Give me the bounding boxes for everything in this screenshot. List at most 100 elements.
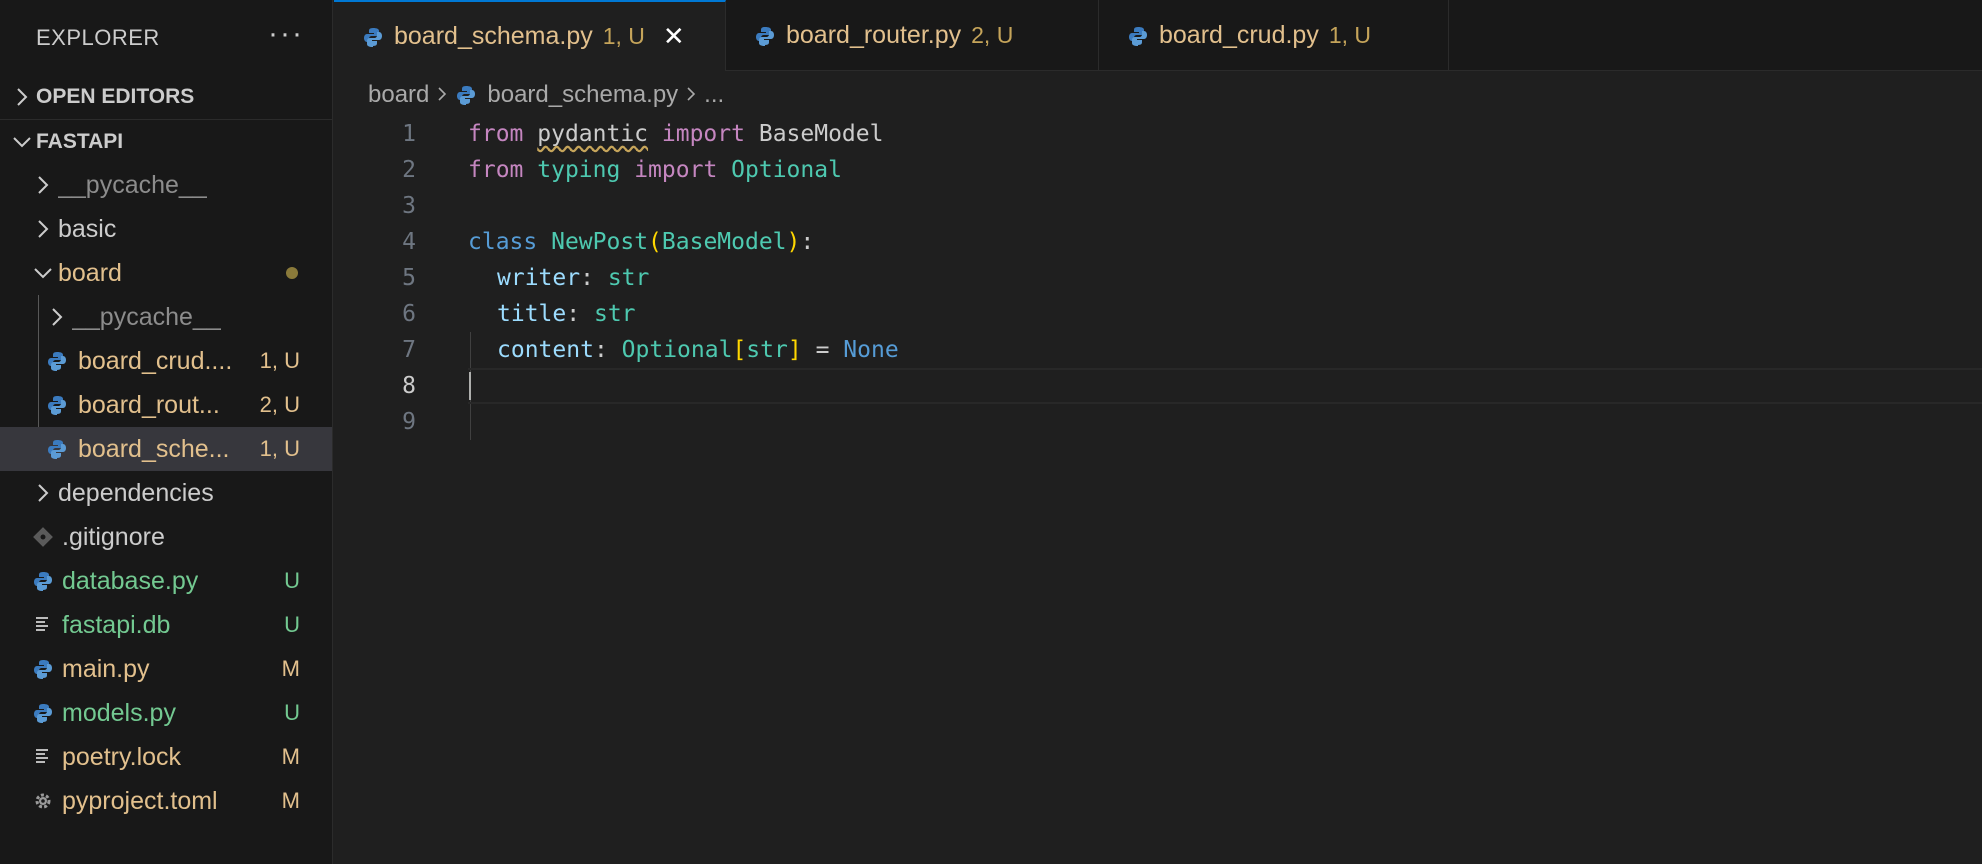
- text-file-icon: [28, 615, 58, 635]
- tree-file-pyproject[interactable]: pyproject.toml M: [0, 779, 332, 823]
- current-line-highlight: [468, 368, 1982, 404]
- open-editors-section[interactable]: OPEN EDITORS: [0, 75, 332, 119]
- code-text: class NewPost(BaseModel):: [468, 229, 815, 255]
- tree-item-label: board: [58, 258, 122, 287]
- chevron-right-icon: [28, 483, 58, 503]
- tree-item-label: dependencies: [58, 478, 214, 507]
- code-line: 2 from typing import Optional: [334, 152, 1982, 188]
- breadcrumb-folder[interactable]: board: [368, 81, 429, 109]
- tree-item-label: basic: [58, 214, 117, 243]
- chevron-down-icon: [28, 267, 58, 279]
- code-text: writer: str: [497, 265, 650, 291]
- tree-file-board-crud[interactable]: board_crud.... 1, U: [0, 339, 332, 383]
- tree-item-label: pyproject.toml: [62, 786, 218, 815]
- python-icon: [362, 26, 384, 48]
- code-line: 9: [334, 404, 1982, 440]
- tree-item-label: main.py: [62, 654, 150, 683]
- code-line-current: 8: [334, 368, 1982, 404]
- chevron-right-icon: [686, 81, 696, 109]
- line-number: 5: [402, 265, 416, 291]
- code-line: 5 writer: str: [334, 260, 1982, 296]
- python-icon: [754, 25, 776, 47]
- tree-folder-basic[interactable]: basic: [0, 207, 332, 251]
- code-line: 3: [334, 188, 1982, 224]
- tree-item-label: __pycache__: [72, 302, 221, 331]
- chevron-right-icon: [437, 81, 447, 109]
- tab-label: board_schema.py: [394, 22, 593, 50]
- explorer-sidebar: EXPLORER ··· OPEN EDITORS FASTAPI __pyca…: [0, 0, 333, 864]
- project-label: FASTAPI: [36, 129, 124, 153]
- code-line: 7 content: Optional[str] = None: [334, 332, 1982, 368]
- tab-board-router[interactable]: board_router.py 2, U: [726, 0, 1099, 71]
- git-status-badge: M: [281, 788, 300, 813]
- tree-folder-board[interactable]: board: [0, 251, 332, 295]
- open-editors-label: OPEN EDITORS: [36, 85, 195, 108]
- tree-item-label: database.py: [62, 566, 199, 595]
- python-icon: [28, 658, 58, 680]
- tree-item-label: board_rout...: [78, 390, 220, 419]
- tree-item-label: .gitignore: [62, 522, 165, 551]
- chevron-right-icon: [42, 307, 72, 327]
- git-status-badge: U: [284, 700, 300, 725]
- breadcrumb-more[interactable]: ...: [704, 81, 724, 109]
- git-status-badge: 1, U: [259, 348, 300, 373]
- tree-folder-pycache[interactable]: __pycache__: [0, 163, 332, 207]
- tree-item-label: board_crud....: [78, 346, 233, 375]
- git-status-badge: M: [281, 656, 300, 681]
- tree-file-models[interactable]: models.py U: [0, 691, 332, 735]
- tree-file-main[interactable]: main.py M: [0, 647, 332, 691]
- git-status-badge: U: [284, 568, 300, 593]
- code-editor[interactable]: 1 from pydantic import BaseModel 2 from …: [334, 116, 1982, 864]
- python-icon: [28, 702, 58, 724]
- git-status-badge: M: [281, 744, 300, 769]
- tree-file-poetry-lock[interactable]: poetry.lock M: [0, 735, 332, 779]
- line-number: 8: [402, 373, 416, 399]
- explorer-header: EXPLORER ···: [0, 0, 332, 75]
- python-icon: [42, 438, 72, 460]
- git-status-badge: U: [284, 612, 300, 637]
- line-number: 7: [402, 337, 416, 363]
- chevron-right-icon: [8, 87, 36, 107]
- modified-dot-icon: [286, 267, 298, 279]
- tab-badge: 1, U: [1328, 22, 1372, 48]
- tree-file-board-router[interactable]: board_rout... 2, U: [0, 383, 332, 427]
- line-number: 1: [402, 121, 416, 147]
- close-icon[interactable]: ✕: [663, 21, 685, 52]
- text-cursor: [469, 372, 471, 400]
- git-status-badge: 1, U: [259, 436, 300, 461]
- tab-board-schema[interactable]: board_schema.py 1, U ✕: [334, 0, 726, 71]
- tree-folder-dependencies[interactable]: dependencies: [0, 471, 332, 515]
- tab-label: board_router.py: [786, 21, 962, 49]
- python-icon: [1127, 25, 1149, 47]
- python-icon: [28, 570, 58, 592]
- python-icon: [42, 394, 72, 416]
- tree-file-fastapi-db[interactable]: fastapi.db U: [0, 603, 332, 647]
- text-file-icon: [28, 747, 58, 767]
- tree-folder-board-pycache[interactable]: __pycache__: [0, 295, 332, 339]
- explorer-title: EXPLORER: [36, 24, 160, 50]
- line-number: 6: [402, 301, 416, 327]
- board-children: __pycache__ board_crud.... 1, U board_ro…: [0, 295, 332, 471]
- tree-item-label: poetry.lock: [62, 742, 182, 771]
- tree-file-database[interactable]: database.py U: [0, 559, 332, 603]
- breadcrumb: board board_schema.py ...: [368, 76, 724, 114]
- code-line: 6 title: str: [334, 296, 1982, 332]
- line-number: 2: [402, 157, 416, 183]
- editor-tabs: board_schema.py 1, U ✕ board_router.py 2…: [334, 0, 1982, 71]
- tree-item-label: board_sche...: [78, 434, 230, 463]
- breadcrumb-file[interactable]: board_schema.py: [487, 81, 678, 109]
- more-actions-icon[interactable]: ···: [268, 18, 304, 49]
- tab-label: board_crud.py: [1159, 21, 1319, 49]
- tab-board-crud[interactable]: board_crud.py 1, U: [1099, 0, 1449, 71]
- code-text: title: str: [497, 301, 636, 327]
- tree-file-gitignore[interactable]: .gitignore: [0, 515, 332, 559]
- project-section[interactable]: FASTAPI: [0, 119, 332, 163]
- chevron-right-icon: [28, 219, 58, 239]
- line-number: 3: [402, 193, 416, 219]
- warning-squiggle[interactable]: pydantic: [537, 121, 648, 147]
- tree-file-board-schema[interactable]: board_sche... 1, U: [0, 427, 332, 471]
- chevron-down-icon: [8, 136, 36, 148]
- code-line: 4 class NewPost(BaseModel):: [334, 224, 1982, 260]
- line-number: 4: [402, 229, 416, 255]
- line-number: 9: [402, 409, 416, 435]
